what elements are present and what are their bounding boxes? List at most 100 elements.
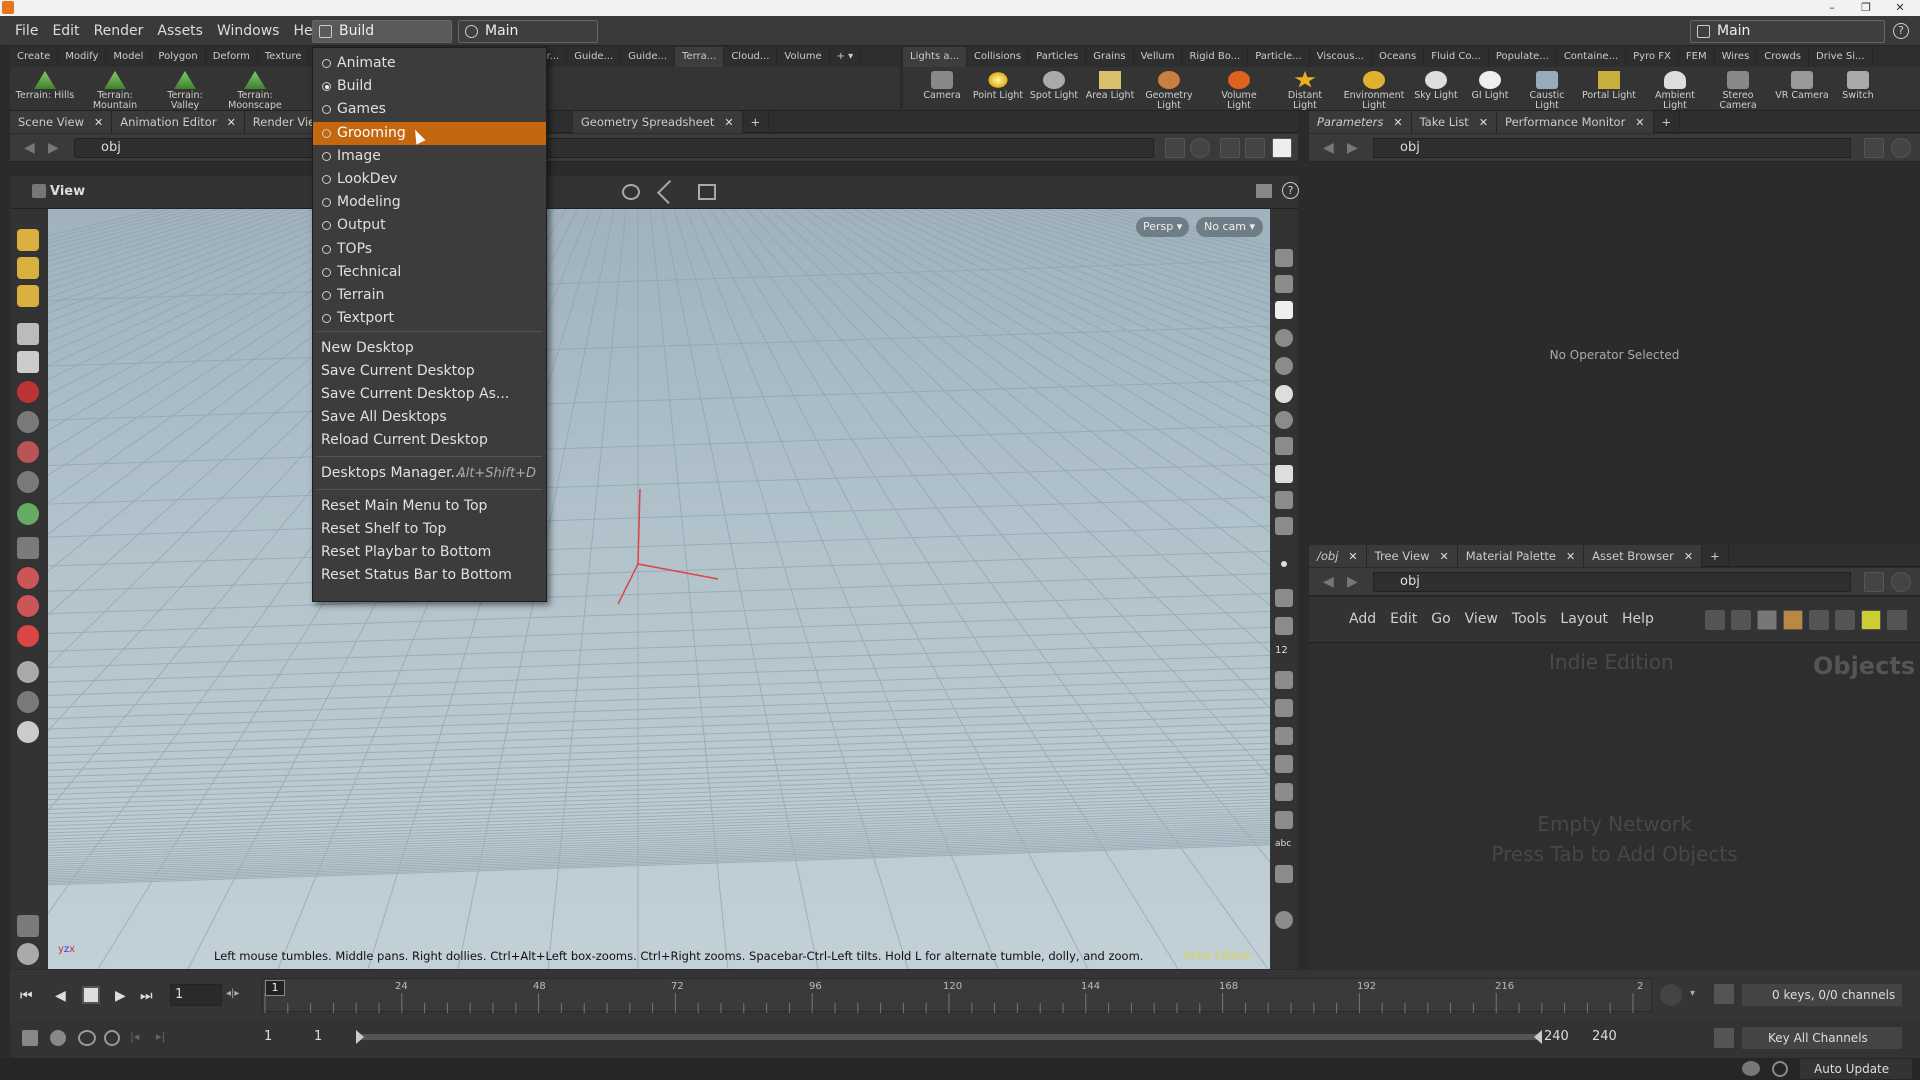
menu-desktop-animate[interactable]: Animate xyxy=(313,52,546,75)
view-tool-icon[interactable] xyxy=(17,537,39,559)
shelf-tab-crowds[interactable]: Crowds xyxy=(1757,47,1810,67)
pin-icon[interactable] xyxy=(1864,572,1884,592)
network-box-icon[interactable] xyxy=(1835,610,1855,630)
tab-parameters[interactable]: Parameters ✕ xyxy=(1309,111,1412,133)
network-menu-help[interactable]: Help xyxy=(1622,611,1654,627)
link-icon[interactable] xyxy=(1190,138,1210,158)
shelf-tab-lights[interactable]: Lights a... xyxy=(903,47,968,67)
menu-reset-status-bar[interactable]: Reset Status Bar to Bottom xyxy=(313,564,546,587)
shelf-tab-oceans[interactable]: Oceans xyxy=(1372,47,1425,67)
arrow-tool-icon[interactable] xyxy=(17,323,39,345)
prev-key-icon[interactable]: |◂ xyxy=(130,1030,139,1043)
shelf-tab-grains[interactable]: Grains xyxy=(1086,47,1134,67)
display-camera-icon[interactable] xyxy=(1275,465,1293,483)
tool-camera[interactable]: Camera xyxy=(915,69,969,109)
tool-distant-light[interactable]: Distant Light xyxy=(1275,69,1335,111)
refresh-icon[interactable] xyxy=(1772,1061,1788,1077)
box-display-icon[interactable] xyxy=(1275,811,1293,829)
select-tool-icon[interactable] xyxy=(17,229,39,251)
shelf-tab-deform[interactable]: Deform xyxy=(206,47,258,67)
network-menu-tools[interactable]: Tools xyxy=(1512,611,1547,627)
display-shading-icon[interactable] xyxy=(1275,357,1293,375)
right-desktop-select[interactable]: Main xyxy=(1690,20,1885,43)
pin-icon[interactable] xyxy=(1165,138,1185,158)
close-tab-icon[interactable]: ✕ xyxy=(94,116,103,129)
origin-display-icon[interactable] xyxy=(1275,783,1293,801)
shelf-tab-wires[interactable]: Wires xyxy=(1715,47,1758,67)
help-icon[interactable]: ? xyxy=(1893,23,1909,39)
menu-reset-shelf[interactable]: Reset Shelf to Top xyxy=(313,518,546,541)
menu-desktop-games[interactable]: Games xyxy=(313,98,546,121)
menu-desktop-modeling[interactable]: Modeling xyxy=(313,191,546,214)
perspective-menu[interactable]: Persp ▾ xyxy=(1136,217,1190,237)
shelf-tab-polygon[interactable]: Polygon xyxy=(151,47,206,67)
shelf-tab-particles[interactable]: Particles xyxy=(1029,47,1087,67)
tool-area-light[interactable]: Area Light xyxy=(1083,69,1137,109)
select-components-icon[interactable] xyxy=(17,285,39,307)
network-menu-go[interactable]: Go xyxy=(1431,611,1450,627)
shelf-tab-guide2[interactable]: Guide... xyxy=(621,47,676,67)
close-tab-icon[interactable]: ✕ xyxy=(1440,550,1449,563)
snap-magnet-icon[interactable] xyxy=(17,625,39,647)
scene-path-field[interactable]: obj xyxy=(74,138,1154,158)
range-end-field[interactable]: 240 xyxy=(1544,1029,1569,1044)
display-options-icon[interactable] xyxy=(1256,184,1272,198)
display-ghost-icon[interactable] xyxy=(1275,275,1293,293)
tool-terrain-hills[interactable]: Terrain: Hills xyxy=(15,69,75,109)
menu-desktop-build[interactable]: Build xyxy=(313,75,546,98)
restore-icon[interactable]: ❐ xyxy=(1852,0,1880,16)
hull-display-icon[interactable] xyxy=(1275,699,1293,717)
select-icon[interactable] xyxy=(656,179,682,205)
scene-viewport[interactable]: Persp ▾ No cam ▾ Left mouse tumbles. Mid… xyxy=(48,209,1270,969)
sticky-note-icon[interactable] xyxy=(1861,610,1881,630)
shelf-tab-drive[interactable]: Drive Si... xyxy=(1809,47,1873,67)
shelf-tab-particle[interactable]: Particle... xyxy=(1248,47,1310,67)
shelf-tab-create[interactable]: Create xyxy=(10,47,59,67)
menu-render[interactable]: Render xyxy=(87,16,151,46)
menu-reset-main-menu[interactable]: Reset Main Menu to Top xyxy=(313,495,546,518)
close-tab-icon[interactable]: ✕ xyxy=(1348,550,1357,563)
cube-icon[interactable] xyxy=(1220,138,1240,158)
tab-animation-editor[interactable]: Animation Editor ✕ xyxy=(112,111,245,133)
grid-icon[interactable] xyxy=(1783,610,1803,630)
point-display-icon[interactable] xyxy=(1281,561,1287,567)
timeline-ruler[interactable]: 1 24 48 72 96 120 144 168 192 216 2 xyxy=(262,978,1652,1013)
abc-display-icon[interactable]: abc xyxy=(1275,839,1293,857)
shelf-tab-rigid[interactable]: Rigid Bo... xyxy=(1182,47,1249,67)
shelf-tab-collisions[interactable]: Collisions xyxy=(967,47,1030,67)
light-tool-icon[interactable] xyxy=(17,691,39,713)
tool-terrain-mountain[interactable]: Terrain: Mountain xyxy=(85,69,145,111)
shelf-tab-modify[interactable]: Modify xyxy=(58,47,107,67)
tool-terrain-moonscape[interactable]: Terrain: Moonscape xyxy=(225,69,285,111)
tool-caustic-light[interactable]: Caustic Light xyxy=(1517,69,1577,111)
tree-icon[interactable] xyxy=(1731,610,1751,630)
tab-take-list[interactable]: Take List ✕ xyxy=(1411,111,1498,133)
close-tab-icon[interactable]: ✕ xyxy=(227,116,236,129)
menu-save-current-desktop[interactable]: Save Current Desktop xyxy=(313,360,546,383)
back-arrow-icon[interactable]: ◀ xyxy=(1323,574,1334,590)
menu-desktop-output[interactable]: Output xyxy=(313,214,546,237)
chat-icon[interactable] xyxy=(1742,1061,1760,1076)
menu-desktop-tops[interactable]: TOPs xyxy=(313,238,546,261)
auto-update-select[interactable]: Auto Update xyxy=(1800,1059,1912,1079)
teapot-icon[interactable] xyxy=(17,943,39,965)
close-icon[interactable]: ✕ xyxy=(1886,0,1914,16)
tool-spot-light[interactable]: Spot Light xyxy=(1027,69,1081,109)
keys-info[interactable]: 0 keys, 0/0 channels xyxy=(1742,984,1902,1006)
white-square-icon[interactable] xyxy=(1272,138,1292,158)
close-tab-icon[interactable]: ✕ xyxy=(1479,116,1488,129)
forward-arrow-icon[interactable]: ▶ xyxy=(1347,574,1358,590)
clock-icon[interactable] xyxy=(104,1030,120,1046)
select-geometry-icon[interactable] xyxy=(17,257,39,279)
next-key-icon[interactable]: ▸| xyxy=(156,1030,165,1043)
pin-icon[interactable] xyxy=(1864,138,1884,158)
shelf-tab-fluid[interactable]: Fluid Co... xyxy=(1424,47,1489,67)
layout-icon[interactable] xyxy=(1809,610,1829,630)
wrench-icon[interactable] xyxy=(1705,610,1725,630)
forward-arrow-icon[interactable]: ▶ xyxy=(1347,140,1358,156)
shelf-tab-vellum[interactable]: Vellum xyxy=(1134,47,1183,67)
range-start-field[interactable]: 1 xyxy=(264,1029,272,1044)
tool-sky-light[interactable]: Sky Light xyxy=(1409,69,1463,109)
parameters-path-field[interactable]: obj xyxy=(1373,138,1851,158)
render-icon[interactable] xyxy=(1245,138,1265,158)
